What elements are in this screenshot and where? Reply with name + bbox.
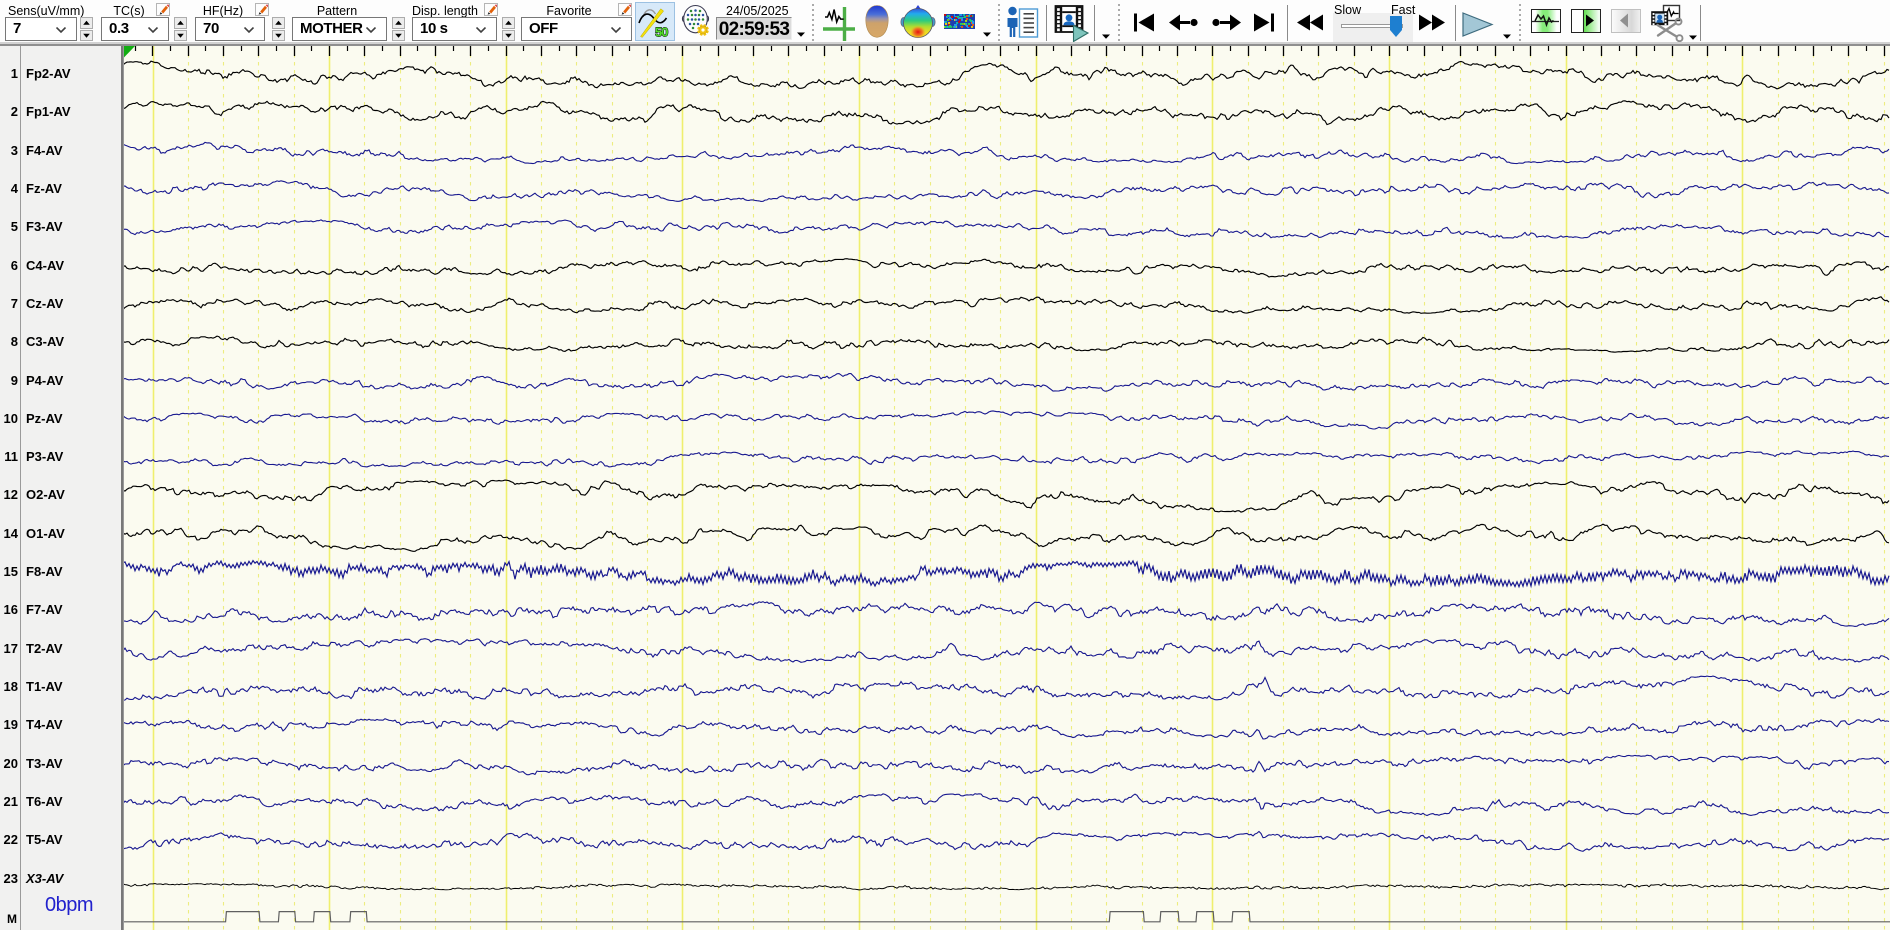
svg-text:50: 50 — [655, 25, 668, 40]
